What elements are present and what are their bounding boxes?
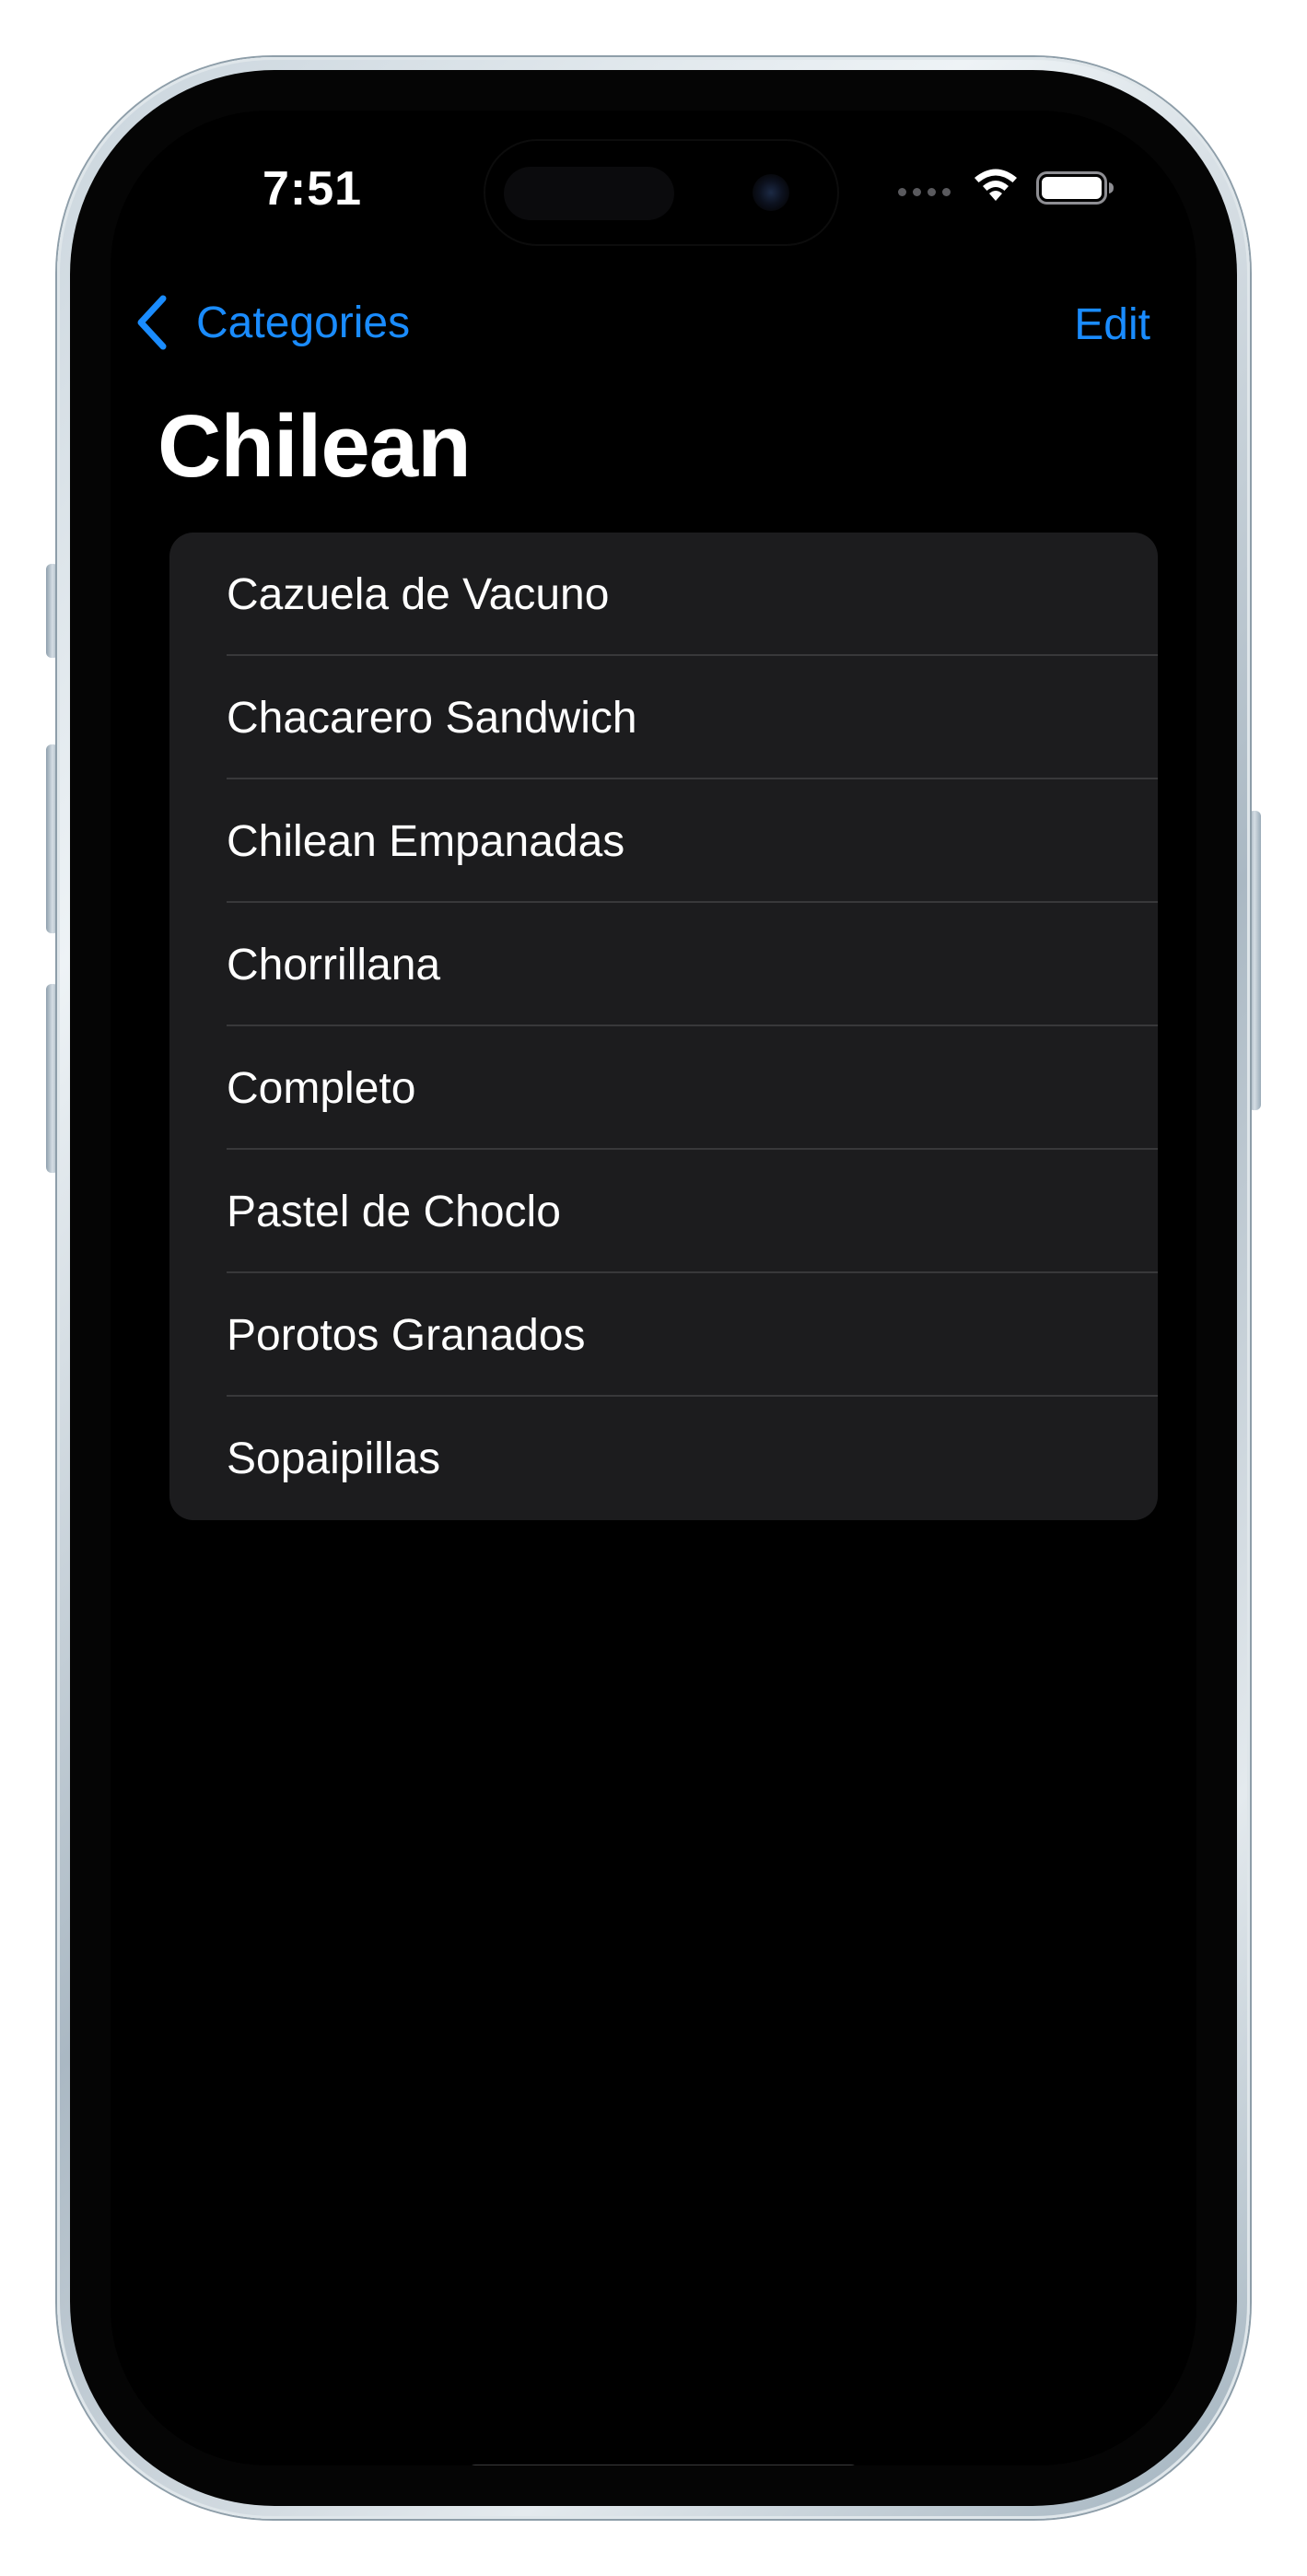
back-button[interactable]: Categories — [134, 290, 410, 355]
island-sensor — [504, 167, 674, 220]
page-title: Chilean — [158, 397, 472, 496]
list-item-completo[interactable]: Completo — [169, 1026, 1158, 1150]
status-icons — [898, 166, 1138, 221]
edit-button[interactable]: Edit — [1074, 299, 1150, 350]
status-time: 7:51 — [263, 162, 363, 216]
list-item-pastel-de-choclo[interactable]: Pastel de Choclo — [169, 1150, 1158, 1273]
chevron-left-icon — [137, 295, 167, 350]
dynamic-island — [485, 141, 837, 244]
front-camera-icon — [753, 174, 789, 211]
cellular-signal-icon — [898, 188, 953, 196]
wifi-icon — [974, 169, 1017, 201]
device-mockup: 7:51 Categories Edit Chilean Cazuela de … — [0, 0, 1307, 2576]
list-item-chilean-empanadas[interactable]: Chilean Empanadas — [169, 779, 1158, 903]
list-item-chacarero-sandwich[interactable]: Chacarero Sandwich — [169, 656, 1158, 779]
battery-icon — [1036, 171, 1114, 205]
list-item-sopaipillas[interactable]: Sopaipillas — [169, 1397, 1158, 1520]
power-button — [1248, 811, 1261, 1110]
recipe-list: Cazuela de Vacuno Chacarero Sandwich Chi… — [169, 533, 1158, 1520]
list-item-chorrillana[interactable]: Chorrillana — [169, 903, 1158, 1026]
back-button-label: Categories — [196, 298, 411, 347]
phone-screen: 7:51 Categories Edit Chilean Cazuela de … — [111, 111, 1196, 2465]
list-item-cazuela-de-vacuno[interactable]: Cazuela de Vacuno — [169, 533, 1158, 656]
list-item-porotos-granados[interactable]: Porotos Granados — [169, 1273, 1158, 1397]
